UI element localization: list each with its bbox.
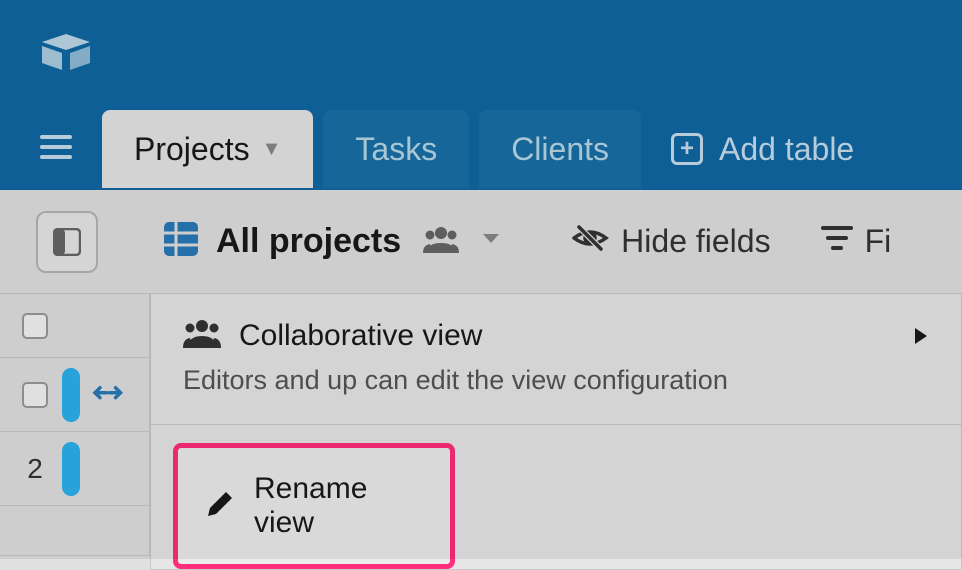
- rename-view-item[interactable]: Rename view: [173, 443, 455, 569]
- row-color-indicator: [62, 368, 80, 422]
- tab-label: Tasks: [355, 131, 437, 168]
- collaborative-view-item[interactable]: Collaborative view Editors and up can ed…: [151, 294, 961, 425]
- view-selector[interactable]: All projects: [162, 220, 501, 263]
- hamburger-icon[interactable]: [40, 134, 72, 165]
- table-tabs: Projects ▼ Tasks Clients + Add table: [0, 108, 962, 190]
- table-row[interactable]: 2: [0, 432, 149, 506]
- people-icon: [183, 318, 221, 353]
- panel-icon: [53, 228, 81, 256]
- chevron-right-icon: [913, 326, 929, 351]
- chevron-down-icon: ▼: [262, 138, 282, 161]
- table-row[interactable]: [0, 358, 149, 432]
- sidebar-toggle-button[interactable]: [36, 211, 98, 273]
- view-name-label: All projects: [216, 222, 401, 261]
- people-icon: [423, 225, 459, 258]
- content-area: 2 Collaborative view: [0, 294, 962, 559]
- select-all-row[interactable]: [0, 294, 149, 358]
- grid-icon: [162, 220, 200, 263]
- eye-off-icon: [571, 223, 609, 260]
- row-rail: 2: [0, 294, 150, 556]
- filter-label: Fi: [865, 223, 892, 260]
- filter-button[interactable]: Fi: [821, 223, 892, 260]
- add-table-button[interactable]: + Add table: [671, 131, 854, 168]
- expand-icon[interactable]: [87, 376, 124, 413]
- checkbox[interactable]: [22, 313, 48, 339]
- hide-fields-label: Hide fields: [621, 223, 770, 260]
- tab-label: Projects: [134, 131, 250, 168]
- tab-projects[interactable]: Projects ▼: [102, 110, 313, 188]
- plus-icon: +: [671, 133, 703, 165]
- checkbox[interactable]: [22, 382, 48, 408]
- add-table-label: Add table: [719, 131, 854, 168]
- hide-fields-button[interactable]: Hide fields: [571, 223, 770, 260]
- view-toolbar: All projects Hide fields: [0, 190, 962, 294]
- row-number: 2: [22, 453, 48, 485]
- table-row[interactable]: [0, 506, 149, 556]
- filter-icon: [821, 223, 853, 260]
- tab-clients[interactable]: Clients: [479, 110, 641, 188]
- menu-item-label: Rename view: [254, 472, 422, 540]
- menu-item-title: Collaborative view: [239, 319, 482, 353]
- row-color-indicator: [62, 442, 80, 496]
- chevron-down-icon: [481, 232, 501, 251]
- tab-tasks[interactable]: Tasks: [323, 110, 469, 188]
- view-dropdown-menu: Collaborative view Editors and up can ed…: [150, 294, 962, 570]
- app-header: [0, 0, 962, 108]
- tab-label: Clients: [511, 131, 609, 168]
- menu-item-description: Editors and up can edit the view configu…: [183, 365, 929, 396]
- logo-icon: [40, 30, 92, 79]
- pencil-icon: [206, 490, 234, 523]
